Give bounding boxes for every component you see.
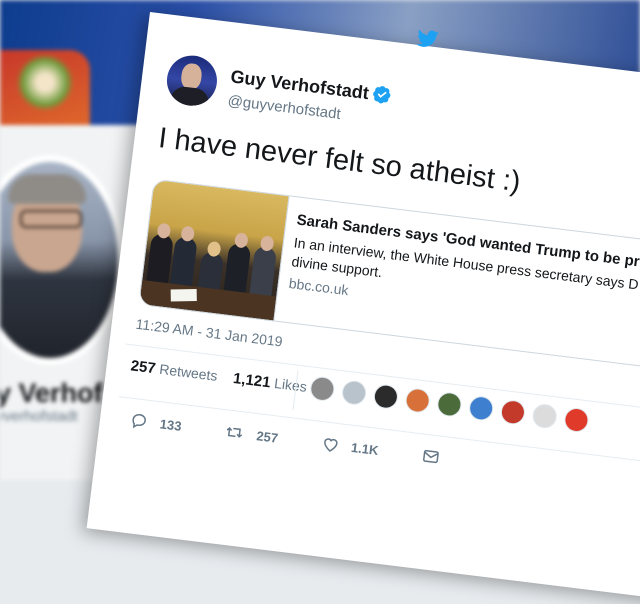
like-button[interactable]: 1.1K bbox=[320, 434, 379, 459]
envelope-icon bbox=[422, 449, 439, 464]
reply-button[interactable]: 133 bbox=[129, 411, 183, 435]
likes-count: 1,121 bbox=[232, 369, 272, 392]
direct-message-button[interactable] bbox=[421, 446, 453, 468]
author-avatar[interactable] bbox=[164, 52, 220, 109]
retweets-stat[interactable]: 257 Retweets bbox=[130, 357, 219, 384]
twitter-bird-icon bbox=[416, 29, 439, 47]
background-profile-name: y Verhof bbox=[0, 378, 103, 408]
retweet-icon bbox=[226, 427, 243, 438]
avatar-hair bbox=[8, 174, 86, 204]
link-preview-body: Sarah Sanders says 'God wanted Trump to … bbox=[288, 211, 640, 342]
like-count: 1.1K bbox=[350, 439, 380, 459]
link-preview-image bbox=[139, 179, 290, 321]
link-preview-card[interactable]: Sarah Sanders says 'God wanted Trump to … bbox=[138, 178, 640, 374]
liker-avatar[interactable] bbox=[436, 391, 463, 418]
tweet-timestamp[interactable]: 11:29 AM - 31 Jan 2019 bbox=[135, 316, 283, 350]
liker-avatar[interactable] bbox=[372, 383, 400, 410]
likes-label: Likes bbox=[273, 374, 308, 395]
liker-avatar[interactable] bbox=[563, 406, 590, 434]
background-profile-handle: yverhofstadt bbox=[0, 408, 78, 425]
tweet-card: Guy Verhofstadt @guyverhofstadt I have n… bbox=[86, 12, 640, 604]
image-paper bbox=[170, 288, 197, 302]
background-flag-emblem bbox=[15, 55, 75, 110]
liker-avatar[interactable] bbox=[499, 398, 527, 426]
author-avatar-suit bbox=[169, 85, 210, 109]
retweets-label: Retweets bbox=[158, 360, 219, 384]
liker-avatar[interactable] bbox=[467, 394, 495, 422]
liker-avatar[interactable] bbox=[531, 402, 559, 430]
retweet-button[interactable]: 257 bbox=[224, 422, 279, 446]
heart-icon bbox=[323, 438, 338, 452]
verified-badge-icon bbox=[373, 86, 391, 104]
reply-icon bbox=[132, 413, 146, 429]
reply-count: 133 bbox=[158, 416, 183, 434]
liker-avatar[interactable] bbox=[340, 379, 368, 407]
avatar-glasses bbox=[20, 210, 82, 228]
liker-avatar[interactable] bbox=[404, 387, 432, 414]
retweet-count: 257 bbox=[255, 428, 279, 446]
retweets-count: 257 bbox=[129, 357, 157, 378]
liker-avatar[interactable] bbox=[308, 375, 336, 403]
